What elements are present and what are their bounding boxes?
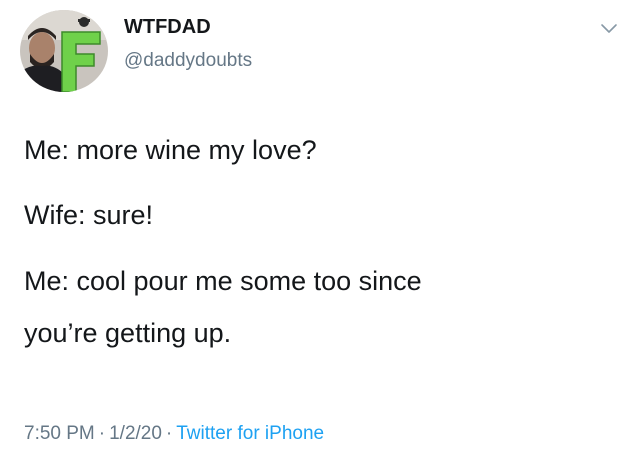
tweet-text-line: Wife: sure! (24, 200, 154, 230)
meta-separator: · (98, 423, 106, 444)
tweet-date[interactable]: 1/2/20 (109, 423, 162, 444)
tweet-text-line: Me: cool pour me some too since (24, 266, 422, 296)
tweet-card: WTFDAD @daddydoubts Me: more wine my lov… (0, 0, 640, 466)
profile-avatar[interactable] (20, 10, 108, 92)
avatar-photo-icon (20, 10, 108, 92)
tweet-text-line: Me: more wine my love? (24, 135, 317, 165)
chevron-down-icon[interactable] (600, 22, 618, 36)
author-display-name[interactable]: WTFDAD (124, 16, 211, 39)
author-handle[interactable]: @daddydoubts (124, 50, 252, 72)
tweet-time[interactable]: 7:50 PM (24, 423, 95, 444)
tweet-text-line: you’re getting up. (24, 318, 232, 348)
tweet-meta: 7:50 PM · 1/2/20 · Twitter for iPhone (24, 423, 324, 445)
tweet-source-link[interactable]: Twitter for iPhone (176, 423, 324, 444)
meta-separator: · (165, 423, 173, 444)
